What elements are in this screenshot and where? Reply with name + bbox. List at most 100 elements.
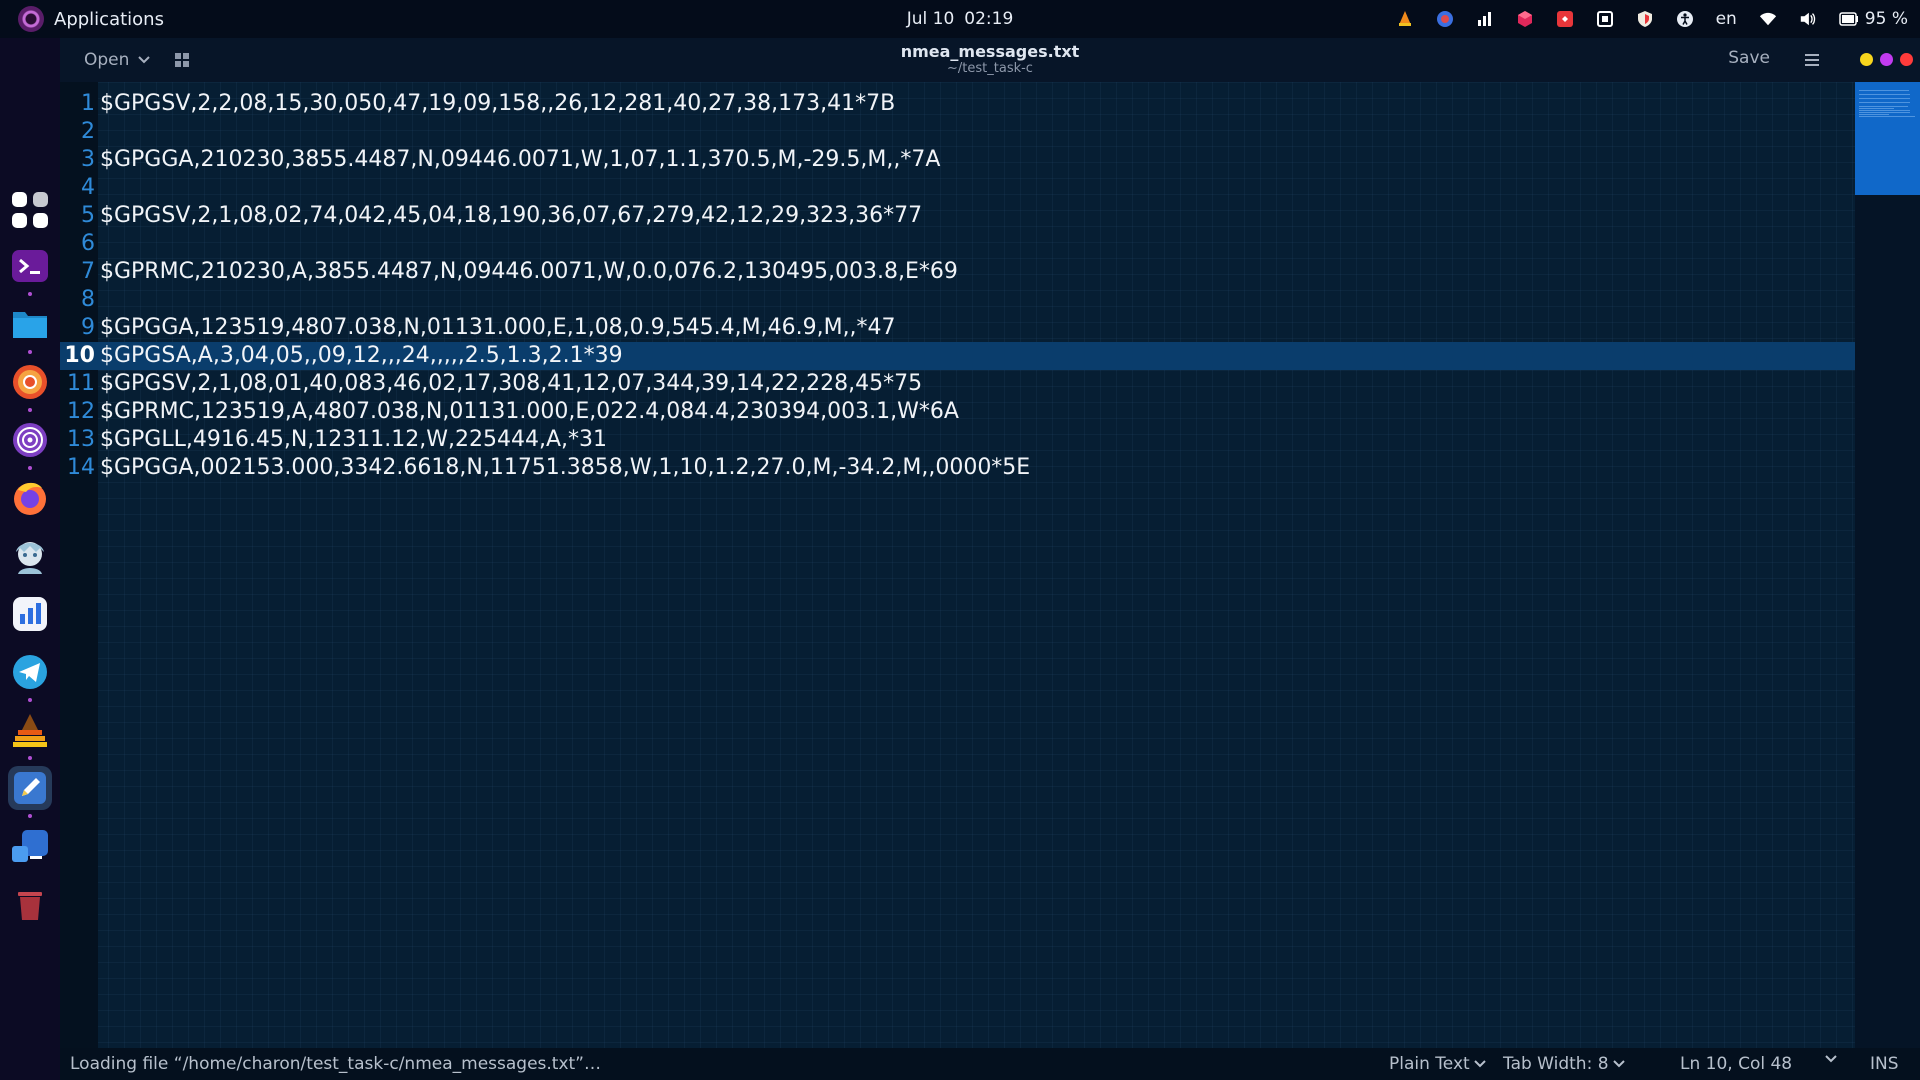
line-number: 6 [81,231,95,256]
close-button[interactable] [1900,53,1913,66]
language-selector[interactable]: Plain Text [1389,1054,1486,1074]
chevron-down-icon [1473,1060,1486,1068]
dock-vlc-style-app[interactable] [8,708,52,752]
volume-icon[interactable] [1799,10,1817,28]
line-number: 13 [67,427,95,452]
editor-line[interactable]: 2 [60,118,1855,146]
insert-mode-label: INS [1870,1054,1899,1074]
running-indicator [28,756,32,760]
battery-icon [1839,12,1858,26]
editor-line[interactable]: 5 $GPGSV,2,1,08,02,74,042,45,04,18,190,36… [60,202,1855,230]
chromium-tray-icon[interactable] [1436,10,1454,28]
editor-line[interactable]: 13 $GPGLL,4916.45,N,12311.12,W,225444,A,*… [60,426,1855,454]
remote-desktop-icon [12,830,48,862]
editor-line[interactable]: 12 $GPRMC,123519,A,4807.038,N,01131.000,E… [60,398,1855,426]
editor-line[interactable]: 4 [60,174,1855,202]
dock-remote-desktop[interactable] [8,824,52,868]
editor-line[interactable]: 14 $GPGGA,002153.000,3342.6618,N,11751.38… [60,454,1855,482]
apps-grid-icon [12,192,48,228]
editor-line[interactable]: 3 $GPGGA,210230,3855.4487,N,09446.0071,W,… [60,146,1855,174]
editor-line[interactable]: 9 $GPGGA,123519,4807.038,N,01131.000,E,1,… [60,314,1855,342]
line-text: $GPGSV,2,1,08,02,74,042,45,04,18,190,36,… [100,203,923,228]
window-title-block: nmea_messages.txt ~/test_task-c [60,42,1920,76]
battery-percentage: 95 % [1864,9,1908,29]
insert-mode-indicator[interactable]: INS [1870,1054,1899,1074]
trash-icon [18,892,42,920]
dock-stats-app[interactable] [8,592,52,636]
keyboard-layout-indicator[interactable]: en [1716,9,1737,29]
dock-trash[interactable] [8,882,52,926]
dock-terminal[interactable] [8,244,52,288]
editor-line[interactable]: 6 [60,230,1855,258]
minimap-line [1859,90,1909,91]
anime-avatar-icon [16,542,44,574]
screen-share-tray-icon[interactable] [1596,10,1614,28]
line-number: 14 [67,455,95,480]
vlc-tray-icon[interactable] [1396,10,1414,28]
minimap[interactable] [1855,82,1920,1048]
editor-line[interactable]: 8 [60,286,1855,314]
dock-files[interactable] [8,302,52,346]
minimap-line [1859,106,1908,107]
cursor-position[interactable]: Ln 10, Col 48 [1680,1054,1792,1074]
maximize-button[interactable] [1880,53,1893,66]
editor-line[interactable]: 11 $GPGSV,2,1,08,01,40,083,46,02,17,308,4… [60,370,1855,398]
running-indicator [28,350,32,354]
editor-line[interactable]: 7 $GPRMC,210230,A,3855.4487,N,09446.0071,… [60,258,1855,286]
line-number: 9 [81,315,95,340]
editor-line[interactable]: 10 $GPGSA,A,3,04,05,,09,12,,,24,,,,,2.5,1… [60,342,1855,370]
chevron-down-icon [1825,1055,1837,1063]
battery-indicator[interactable]: 95 % [1839,9,1908,29]
line-number: 4 [81,175,95,200]
minimap-line [1859,102,1910,103]
text-view[interactable]: 1 $GPGSV,2,2,08,15,30,050,47,19,09,158,,2… [60,82,1855,1048]
line-number: 3 [81,147,95,172]
shield-tray-icon[interactable] [1636,10,1654,28]
clock-date: Jul 10 [906,9,955,29]
line-text: $GPGSV,2,1,08,01,40,083,46,02,17,308,41,… [100,371,923,396]
minimize-button[interactable] [1860,53,1873,66]
dock-tor-browser[interactable] [8,418,52,462]
dock-chrome[interactable] [8,360,52,404]
minimap-line [1859,98,1910,99]
distro-logo-icon [18,6,44,32]
dock-anime-avatar-app[interactable] [8,534,52,578]
minimap-line [1859,112,1910,113]
line-text: $GPGGA,002153.000,3342.6618,N,11751.3858… [100,455,1031,480]
minimap-line [1859,114,1889,115]
chart-app-icon [13,597,47,631]
open-label: Open [84,50,130,70]
applications-menu[interactable]: Applications [0,0,164,38]
tab-width-selector[interactable]: Tab Width: 8 [1503,1054,1625,1074]
dock-apps-grid[interactable] [8,188,52,232]
line-text: $GPGGA,210230,3855.4487,N,09446.0071,W,1… [100,147,941,172]
main-menu-button[interactable] [1802,50,1822,70]
chrome-icon [13,365,47,399]
clock[interactable]: Jul 10 02:19 [907,9,1014,29]
overflow-menu-button[interactable] [1824,1054,1838,1064]
new-tab-button[interactable] [172,50,192,70]
dock-firefox[interactable] [8,476,52,520]
line-number: 10 [64,343,95,368]
cone-icon [13,714,47,747]
new-tab-icon [175,53,189,67]
save-button[interactable]: Save [1728,48,1770,68]
line-text: $GPGGA,123519,4807.038,N,01131.000,E,1,0… [100,315,896,340]
window-subtitle: ~/test_task-c [947,61,1033,76]
tab-width-label: Tab Width: 8 [1503,1054,1609,1074]
wifi-icon[interactable] [1759,10,1777,28]
editor-line[interactable]: 1 $GPGSV,2,2,08,15,30,050,47,19,09,158,,2… [60,90,1855,118]
accessibility-icon[interactable] [1676,10,1694,28]
cube-tray-icon[interactable] [1516,10,1534,28]
anydesk-tray-icon[interactable] [1556,10,1574,28]
dock-text-editor[interactable] [8,766,52,810]
system-tray: en 95 % [1396,0,1908,38]
stats-tray-icon[interactable] [1476,10,1494,28]
line-number: 1 [81,91,95,116]
tor-icon [13,423,47,457]
open-button[interactable]: Open [74,46,161,74]
top-panel: Applications Jul 10 02:19 en 95 % [0,0,1920,38]
cursor-position-label: Ln 10, Col 48 [1680,1054,1793,1074]
minimap-line [1859,94,1910,95]
dock-telegram[interactable] [8,650,52,694]
